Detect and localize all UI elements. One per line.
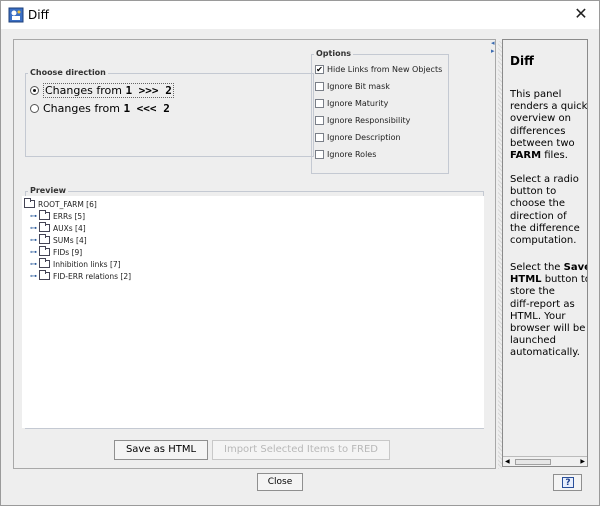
option-ignore-roles-label[interactable]: Ignore Roles: [327, 150, 376, 159]
diff-window: Diff ✕ Choose direction Changes from 1 >…: [0, 0, 600, 506]
folder-icon: [39, 210, 50, 220]
tree-node[interactable]: ⊶ SUMs [4]: [30, 234, 87, 245]
tree-node[interactable]: ⊶ Inhibition links [7]: [30, 258, 121, 269]
checkbox-ignore-roles[interactable]: [315, 150, 324, 159]
preview-tree[interactable]: ROOT_FARM [6] ⊶ ERRs [5] ⊶ AUXs [4] ⊶ SU…: [22, 196, 484, 428]
checkbox-ignore-description[interactable]: [315, 133, 324, 142]
expand-handle-icon[interactable]: ⊶: [30, 260, 39, 268]
checkbox-hide-links[interactable]: ✔: [315, 65, 324, 74]
option-ignore-maturity-label[interactable]: Ignore Maturity: [327, 99, 388, 108]
tree-node[interactable]: ⊶ ERRs [5]: [30, 210, 85, 221]
direction-option-forward[interactable]: Changes from 1 >>> 2: [30, 83, 174, 98]
help-icon: ?: [562, 477, 574, 488]
collapse-left-icon[interactable]: ◂: [491, 39, 495, 47]
expand-handle-icon[interactable]: ⊶: [30, 248, 39, 256]
tree-node-label[interactable]: ERRs [5]: [53, 212, 85, 221]
checkbox-ignore-maturity[interactable]: [315, 99, 324, 108]
options-title: Options: [314, 48, 354, 60]
info-horizontal-scrollbar[interactable]: ◀ ▶: [503, 456, 587, 466]
folder-icon: [39, 258, 50, 268]
option-ignore-responsibility-label[interactable]: Ignore Responsibility: [327, 116, 410, 125]
option-ignore-bitmask[interactable]: Ignore Bit mask: [315, 82, 390, 91]
expand-handle-icon[interactable]: ⊶: [30, 236, 39, 244]
folder-icon: [39, 270, 50, 280]
folder-icon: [39, 234, 50, 244]
radio-backward-label[interactable]: Changes from 1 <<< 2: [43, 102, 170, 115]
scroll-right-icon[interactable]: ▶: [580, 458, 585, 465]
info-title: Diff: [510, 54, 534, 68]
option-ignore-description[interactable]: Ignore Description: [315, 133, 401, 142]
scroll-left-icon[interactable]: ◀: [505, 458, 510, 465]
title-bar: Diff ✕: [1, 1, 599, 29]
tree-node[interactable]: ⊶ FID-ERR relations [2]: [30, 270, 131, 281]
expand-handle-icon[interactable]: ⊶: [30, 212, 39, 220]
info-paragraph-3: Select the Save HTML button to store the…: [510, 262, 587, 359]
info-paragraph-2: Select a radio button to choose the dire…: [510, 174, 580, 247]
main-panel: Choose direction Changes from 1 >>> 2 Ch…: [13, 39, 496, 469]
option-ignore-description-label[interactable]: Ignore Description: [327, 133, 401, 142]
checkbox-ignore-bitmask[interactable]: [315, 82, 324, 91]
option-ignore-bitmask-label[interactable]: Ignore Bit mask: [327, 82, 390, 91]
scroll-thumb[interactable]: [515, 459, 551, 465]
radio-forward[interactable]: [30, 86, 39, 95]
info-paragraph-1: This panel renders a quick overview on d…: [510, 89, 587, 162]
tree-node-label[interactable]: SUMs [4]: [53, 236, 87, 245]
import-to-fred-button[interactable]: Import Selected Items to FRED: [212, 440, 390, 460]
expand-handle-icon[interactable]: ⊶: [30, 224, 39, 232]
expand-handle-icon[interactable]: ⊶: [30, 272, 39, 280]
window-title: Diff: [28, 8, 49, 22]
collapse-right-icon[interactable]: ▸: [491, 47, 495, 55]
info-content: Diff This panel renders a quick overview…: [503, 40, 587, 456]
option-hide-links-label[interactable]: Hide Links from New Objects: [327, 65, 442, 74]
option-ignore-responsibility[interactable]: Ignore Responsibility: [315, 116, 410, 125]
option-ignore-maturity[interactable]: Ignore Maturity: [315, 99, 388, 108]
options-group: Options ✔ Hide Links from New Objects Ig…: [311, 48, 449, 174]
window-close-icon[interactable]: ✕: [571, 5, 591, 25]
folder-icon: [39, 222, 50, 232]
tree-root[interactable]: ROOT_FARM [6]: [24, 198, 97, 209]
choose-direction-title: Choose direction: [28, 67, 108, 79]
save-as-html-button[interactable]: Save as HTML: [114, 440, 208, 460]
tree-node-label[interactable]: FIDs [9]: [53, 248, 82, 257]
folder-icon: [24, 198, 35, 208]
radio-forward-label[interactable]: Changes from 1 >>> 2: [43, 83, 174, 98]
choose-direction-group: Choose direction Changes from 1 >>> 2 Ch…: [25, 67, 314, 157]
diff-app-icon: [8, 7, 24, 23]
option-hide-links[interactable]: ✔ Hide Links from New Objects: [315, 65, 442, 74]
tree-node[interactable]: ⊶ AUXs [4]: [30, 222, 86, 233]
info-panel: Diff This panel renders a quick overview…: [502, 39, 588, 467]
tree-node-label[interactable]: AUXs [4]: [53, 224, 86, 233]
option-ignore-roles[interactable]: Ignore Roles: [315, 150, 376, 159]
tree-node[interactable]: ⊶ FIDs [9]: [30, 246, 82, 257]
tree-node-label[interactable]: FID-ERR relations [2]: [53, 272, 131, 281]
direction-option-backward[interactable]: Changes from 1 <<< 2: [30, 102, 170, 115]
close-button[interactable]: Close: [257, 473, 303, 491]
tree-root-label[interactable]: ROOT_FARM [6]: [38, 200, 97, 209]
checkbox-ignore-responsibility[interactable]: [315, 116, 324, 125]
help-button[interactable]: ?: [553, 474, 582, 491]
tree-node-label[interactable]: Inhibition links [7]: [53, 260, 121, 269]
folder-icon: [39, 246, 50, 256]
radio-backward[interactable]: [30, 104, 39, 113]
